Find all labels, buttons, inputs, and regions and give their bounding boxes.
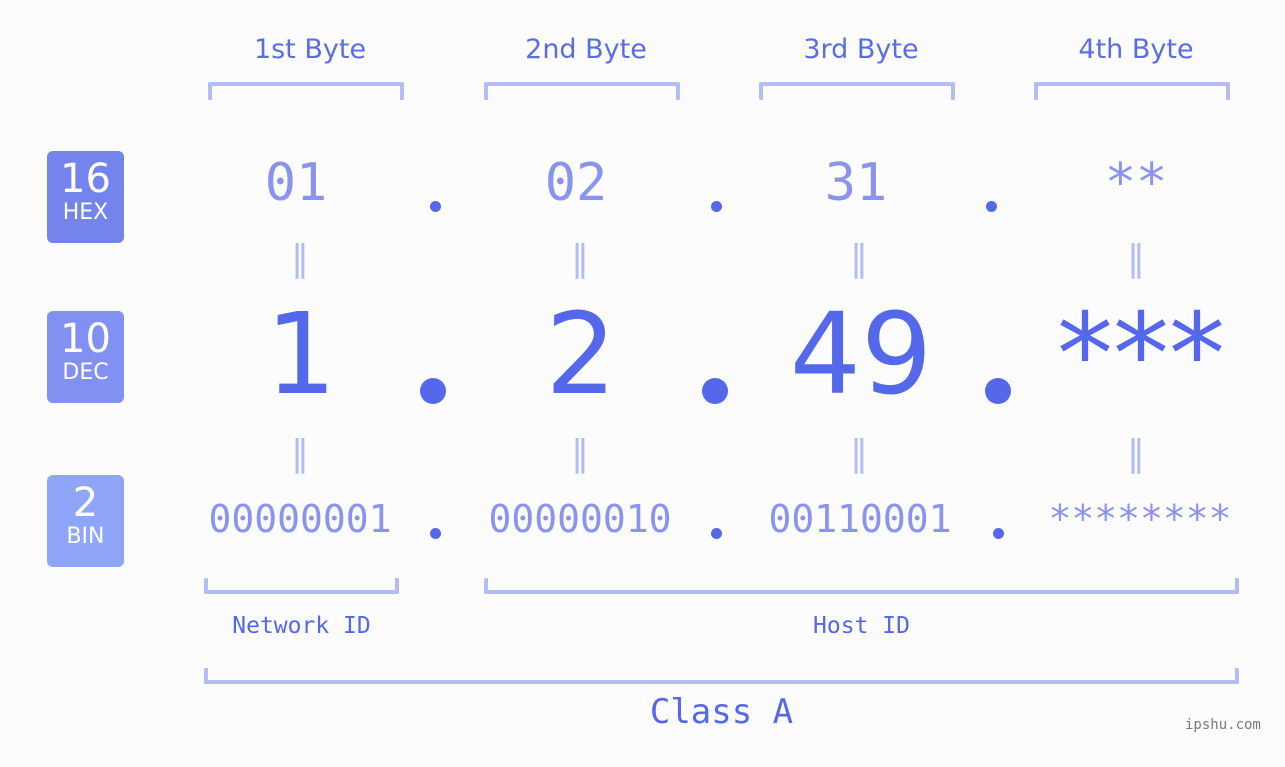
network-id-label: Network ID [232,613,371,639]
watermark: ipshu.com [1185,717,1261,733]
equals-icon: ‖ [571,433,589,474]
bin-badge-base: 2 [72,480,99,526]
byte-bracket-2 [484,82,680,100]
byte-bracket-1 [208,82,404,100]
bin-byte-1: 00000001 [208,497,392,541]
hex-byte-2: 02 [544,153,608,213]
hex-byte-1: 01 [264,153,328,213]
hex-byte-3: 31 [824,153,888,213]
dec-badge: 10 DEC [47,311,124,403]
dec-byte-1: 1 [265,290,337,420]
bin-byte-3: 00110001 [768,497,952,541]
equals-icon: ‖ [571,238,589,279]
network-id-bracket [204,578,399,594]
hex-separator-dot [430,201,441,212]
byte-header-1: 1st Byte [253,34,367,65]
dec-badge-label: DEC [62,360,109,385]
host-id-label: Host ID [813,613,910,639]
bin-badge: 2 BIN [47,475,124,567]
hex-badge-base: 16 [60,156,111,202]
host-id-bracket [484,578,1239,594]
dec-byte-4: *** [1057,290,1225,420]
byte-header-3: 3rd Byte [803,34,919,65]
byte-header-4: 4th Byte [1078,34,1194,65]
equals-icon: ‖ [850,433,868,474]
bin-separator-dot [993,528,1004,539]
dec-separator-dot [702,378,728,404]
bin-separator-dot [711,528,722,539]
bin-byte-4: ******** [1048,497,1232,541]
bin-badge-label: BIN [66,524,105,549]
bin-separator-dot [430,528,441,539]
byte-header-2: 2nd Byte [525,34,647,65]
dec-byte-3: 49 [789,290,933,420]
byte-bracket-3 [759,82,955,100]
hex-separator-dot [711,201,722,212]
class-bracket [204,668,1239,684]
bin-byte-2: 00000010 [488,497,672,541]
equals-icon: ‖ [1127,238,1145,279]
class-label: Class A [649,692,794,732]
dec-byte-2: 2 [545,290,617,420]
hex-badge-label: HEX [62,200,109,225]
equals-icon: ‖ [291,238,309,279]
equals-icon: ‖ [850,238,868,279]
byte-bracket-4 [1034,82,1230,100]
hex-byte-4: ** [1104,153,1168,213]
dec-separator-dot [420,378,446,404]
equals-icon: ‖ [1127,433,1145,474]
hex-separator-dot [986,201,997,212]
dec-separator-dot [985,378,1011,404]
dec-badge-base: 10 [60,316,111,362]
equals-icon: ‖ [291,433,309,474]
hex-badge: 16 HEX [47,151,124,243]
